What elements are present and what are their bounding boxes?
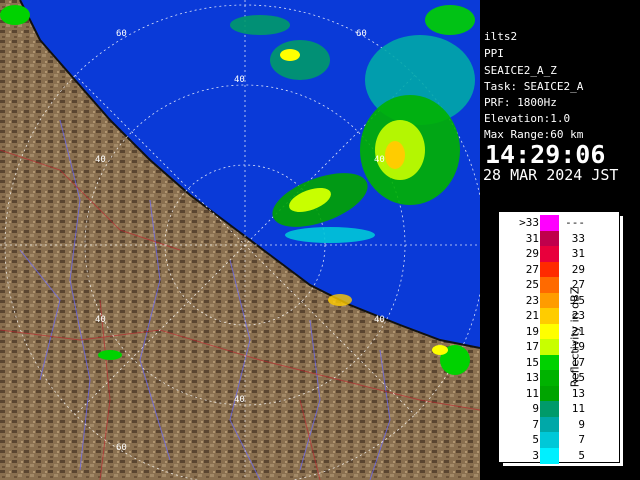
legend-row: 11 13 <box>499 385 619 402</box>
range-label: 60 <box>116 29 127 39</box>
range-label: 60 <box>356 29 367 39</box>
scan-date: 28 MAR 2024 JST <box>483 166 619 184</box>
legend-lower-value: >33 <box>519 216 539 229</box>
legend-row: 79 <box>499 416 619 433</box>
radar-ppi-map: 60 40 40 60 40 40 40 40 60 <box>0 0 480 480</box>
legend-lower-value: 15 <box>525 355 539 369</box>
legend-color-swatch <box>540 215 559 231</box>
range-label: 60 <box>116 443 127 453</box>
range-label: 40 <box>95 155 106 165</box>
legend-upper-value: 5 <box>578 448 585 462</box>
legend-color-swatch <box>540 230 559 247</box>
legend-row: 29 31 <box>499 246 619 262</box>
legend-color-swatch <box>540 354 559 371</box>
legend-lower-value: 17 <box>525 340 539 353</box>
legend-color-swatch <box>540 385 559 402</box>
info-elevation: Elevation:1.0 <box>484 112 571 125</box>
legend-color-swatch <box>540 432 559 448</box>
legend-row: 23 25 <box>499 292 619 309</box>
reflectivity-legend: >33 --- 31 33 29 31 27 29 25 27 23 25 21 23 19 21 17 19 15… <box>498 211 620 464</box>
legend-color-swatch <box>540 308 559 324</box>
legend-lower-value: 31 <box>525 231 539 245</box>
legend-row: 25 27 <box>499 277 619 293</box>
legend-row: 21 23 <box>499 308 619 324</box>
legend-upper-value: --- <box>565 216 585 229</box>
legend-lower-value: 9 <box>532 402 539 415</box>
legend-color-swatch <box>540 416 559 433</box>
legend-upper-value: 33 <box>571 231 585 245</box>
legend-row: 15 17 <box>499 354 619 371</box>
legend-row: 17 19 <box>499 339 619 355</box>
legend-row: 35 <box>499 447 619 464</box>
legend-row: 13 15 <box>499 370 619 386</box>
legend-lower-value: 11 <box>525 386 539 400</box>
legend-row: 57 <box>499 432 619 448</box>
range-label: 40 <box>374 155 385 165</box>
legend-upper-value: 7 <box>578 433 585 446</box>
range-label: 40 <box>234 395 245 405</box>
legend-row: 9 11 <box>499 401 619 417</box>
legend-row: 27 29 <box>499 261 619 278</box>
info-panel: ilts2 PPI SEAICE2_A_Z Task: SEAICE2_A PR… <box>480 28 640 188</box>
legend-lower-value: 13 <box>525 371 539 384</box>
legend-color-swatch <box>540 401 559 417</box>
legend-lower-value: 19 <box>525 324 539 338</box>
legend-row: >33 --- <box>499 215 619 231</box>
legend-lower-value: 27 <box>525 262 539 276</box>
legend-row: 31 33 <box>499 230 619 247</box>
legend-color-swatch <box>540 292 559 309</box>
info-station: ilts2 <box>484 30 518 43</box>
info-prf: PRF: 1800Hz <box>484 96 557 109</box>
legend-upper-value: 9 <box>578 417 585 431</box>
legend-lower-value: 5 <box>532 433 539 446</box>
scan-time: 14:29:06 <box>485 140 606 169</box>
info-task: Task: SEAICE2_A <box>484 80 584 93</box>
legend-row: 19 21 <box>499 323 619 340</box>
legend-lower-value: 29 <box>525 247 539 260</box>
range-label: 40 <box>95 315 106 325</box>
legend-lower-value: 25 <box>525 278 539 291</box>
legend-upper-value: 31 <box>571 247 585 260</box>
legend-lower-value: 3 <box>532 448 539 462</box>
legend-color-swatch <box>540 370 559 386</box>
range-label: 40 <box>234 75 245 85</box>
legend-color-swatch <box>540 246 559 262</box>
legend-title: Reflectivity in dBZ <box>568 286 582 388</box>
legend-lower-value: 7 <box>532 417 539 431</box>
info-field: SEAICE2_A_Z <box>484 64 557 77</box>
info-product: PPI <box>484 47 504 60</box>
radar-display: 60 40 40 60 40 40 40 40 60 ilts2 PPI SEA… <box>0 0 640 480</box>
legend-color-swatch <box>540 447 559 464</box>
legend-lower-value: 21 <box>525 309 539 322</box>
legend-color-swatch <box>540 277 559 293</box>
legend-color-swatch <box>540 323 559 340</box>
legend-lower-value: 23 <box>525 293 539 307</box>
legend-color-swatch <box>540 261 559 278</box>
legend-color-swatch <box>540 339 559 355</box>
range-label: 40 <box>374 315 385 325</box>
